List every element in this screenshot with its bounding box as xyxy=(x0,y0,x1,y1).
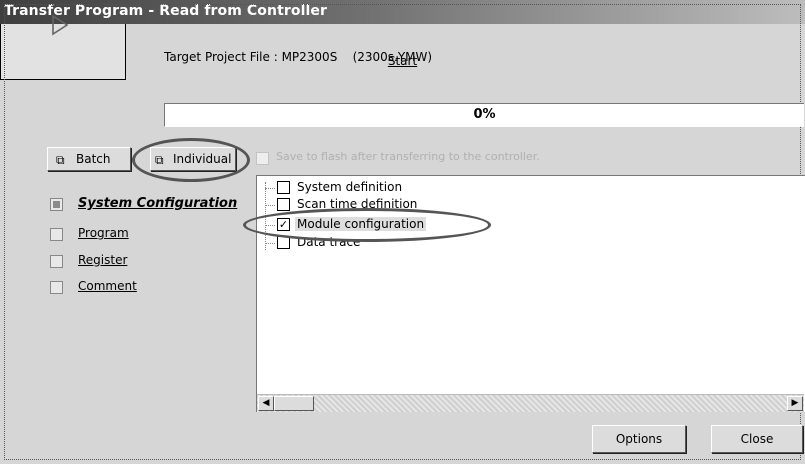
scroll-left-icon[interactable]: ◀ xyxy=(258,396,274,411)
tree-checkbox[interactable] xyxy=(277,198,290,211)
nav-indicator-icon xyxy=(50,228,63,241)
save-to-flash-checkbox[interactable] xyxy=(256,152,269,165)
scroll-thumb[interactable] xyxy=(274,396,314,411)
nav-item-label: Register xyxy=(78,253,128,267)
highlight-oval-module-configuration xyxy=(243,208,491,242)
tree-item-label: System definition xyxy=(297,180,403,194)
close-button[interactable]: Close xyxy=(711,425,803,453)
batch-button-label: Batch xyxy=(76,152,111,166)
horizontal-scrollbar[interactable]: ◀ ▶ xyxy=(257,394,804,412)
scroll-right-icon[interactable]: ▶ xyxy=(787,396,803,411)
batch-button[interactable]: ⧉ Batch xyxy=(47,147,131,171)
play-icon xyxy=(52,14,69,36)
progress-text: 0% xyxy=(473,107,496,122)
nav-item-label: System Configuration xyxy=(78,196,238,211)
target-project-file: Target Project File : MP2300S (2300s.YMW… xyxy=(164,50,433,64)
transfer-program-window: Transfer Program - Read from Controller … xyxy=(0,0,805,464)
tree-checkbox[interactable] xyxy=(277,181,290,194)
options-button[interactable]: Options xyxy=(592,425,686,453)
nav-item-label: Comment xyxy=(78,279,137,293)
highlight-oval-individual xyxy=(132,138,250,182)
nav-item-label: Program xyxy=(78,226,129,240)
nav-indicator-icon xyxy=(50,198,63,211)
start-button[interactable]: Start xyxy=(0,0,801,460)
nav-indicator-icon xyxy=(50,255,63,268)
progress-bar: 0% xyxy=(164,103,804,127)
nav-indicator-icon xyxy=(50,281,63,294)
batch-icon: ⧉ xyxy=(56,153,65,167)
save-to-flash-label: Save to flash after transferring to the … xyxy=(276,150,540,163)
